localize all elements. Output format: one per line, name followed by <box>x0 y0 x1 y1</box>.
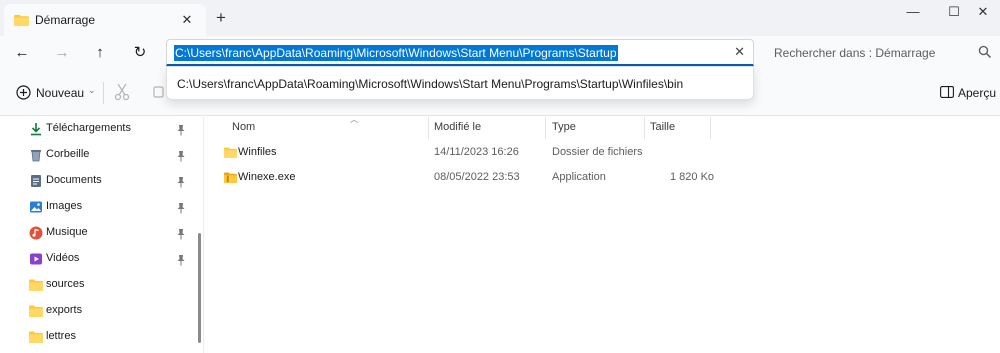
toolbar-divider <box>103 82 104 104</box>
sidebar-item-label: Corbeille <box>46 148 90 160</box>
file-list: Nom ︿ Modifié le Type Taille Winfiles 14… <box>204 115 1000 353</box>
arrow-up-icon: ↑ <box>96 44 104 61</box>
sidebar-item-videos[interactable]: Vidéos <box>0 247 196 273</box>
chevron-down-icon: ⌄ <box>88 85 96 95</box>
cut-icon[interactable] <box>114 83 130 101</box>
close-window-button[interactable]: ✕ <box>960 0 1000 28</box>
minimize-button[interactable]: — <box>890 0 936 28</box>
column-header-label: Nom <box>232 121 256 133</box>
application-icon <box>224 172 237 183</box>
search-placeholder: Rechercher dans : Démarrage <box>774 46 936 60</box>
forward-button[interactable]: → <box>49 40 75 66</box>
title-bar: Démarrage ✕ + — ☐ ✕ <box>0 0 1000 36</box>
sidebar-item-label: Téléchargements <box>46 122 131 134</box>
file-name: Winexe.exe <box>238 171 296 183</box>
new-button-label: Nouveau <box>36 86 85 100</box>
file-modified: 08/05/2022 23:53 <box>434 171 520 183</box>
add-circle-icon <box>16 85 31 100</box>
sidebar-item-label: exports <box>46 304 83 316</box>
sort-ascending-icon: ︿ <box>350 115 358 124</box>
pin-icon <box>177 151 185 162</box>
column-header-label: Taille <box>650 121 676 133</box>
folder-icon <box>29 305 43 317</box>
sidebar-item-musique[interactable]: Musique <box>0 221 196 247</box>
documents-icon <box>31 175 41 187</box>
close-icon: ✕ <box>181 12 193 27</box>
images-icon <box>30 201 42 213</box>
copy-icon[interactable] <box>153 86 167 100</box>
file-size: 1 820 Ko <box>670 171 715 183</box>
suggestion-item[interactable]: C:\Users\franc\AppData\Roaming\Microsoft… <box>177 77 683 91</box>
pin-icon <box>177 177 185 188</box>
column-header-label: Modifié le <box>434 121 482 133</box>
column-header-modified[interactable]: Modifié le <box>434 117 546 139</box>
sidebar-item-lettres[interactable]: lettres <box>0 325 196 351</box>
address-suggestions: C:\Users\franc\AppData\Roaming\Microsoft… <box>166 66 754 100</box>
address-input[interactable]: C:\Users\franc\AppData\Roaming\Microsoft… <box>166 39 754 66</box>
preview-pane-icon <box>940 86 954 98</box>
folder-icon <box>14 14 29 26</box>
minimize-icon: — <box>906 4 920 19</box>
close-tab-button[interactable]: ✕ <box>177 10 197 30</box>
up-button[interactable]: ↑ <box>87 40 113 66</box>
sidebar-item-label: lettres <box>46 330 76 342</box>
new-tab-button[interactable]: + <box>210 8 232 30</box>
pin-icon <box>177 255 185 266</box>
address-text-selected: C:\Users\franc\AppData\Roaming\Microsoft… <box>174 45 618 61</box>
file-modified: 14/11/2023 16:26 <box>434 146 519 158</box>
sidebar-item-label: sources <box>46 278 85 290</box>
close-icon: ✕ <box>977 4 989 19</box>
sidebar-scrollbar[interactable] <box>198 233 201 343</box>
column-header-label: Type <box>552 121 576 133</box>
pin-icon <box>177 229 185 240</box>
refresh-button[interactable]: ↻ <box>127 40 153 66</box>
music-icon <box>29 226 43 240</box>
clear-address-button[interactable]: ✕ <box>734 44 745 60</box>
plus-icon: + <box>216 8 226 27</box>
tab-demarrage[interactable]: Démarrage ✕ <box>4 4 206 36</box>
tab-title: Démarrage <box>35 13 96 27</box>
refresh-icon: ↻ <box>133 44 147 61</box>
sidebar-item-exports[interactable]: exports <box>0 299 196 325</box>
recycle-bin-icon <box>31 150 41 162</box>
file-name: Winfiles <box>238 146 277 158</box>
arrow-right-icon: → <box>54 44 70 61</box>
file-type: Dossier de fichiers <box>552 146 643 158</box>
navigation-pane: Téléchargements Corbeille Documents Imag… <box>0 117 203 353</box>
folder-icon <box>29 279 43 291</box>
column-divider[interactable] <box>545 117 546 139</box>
column-header-size[interactable]: Taille <box>650 117 710 139</box>
sidebar-item-label: Musique <box>46 226 88 238</box>
sidebar-item-label: Images <box>46 200 83 212</box>
file-type: Application <box>552 171 606 183</box>
navigation-bar: ← → ↑ ↻ C:\Users\franc\AppData\Roaming\M… <box>0 36 1000 68</box>
sidebar-item-telechargements[interactable]: Téléchargements <box>0 117 196 143</box>
folder-icon <box>224 147 237 158</box>
sidebar-item-documents[interactable]: Documents <box>0 169 196 195</box>
sidebar-item-label: Documents <box>46 174 102 186</box>
back-button[interactable]: ← <box>9 40 35 66</box>
pin-icon <box>177 203 185 214</box>
sidebar-item-images[interactable]: Images <box>0 195 196 221</box>
arrow-left-icon: ← <box>14 44 30 61</box>
sidebar-item-sources[interactable]: sources <box>0 273 196 299</box>
column-divider[interactable] <box>710 117 711 139</box>
pin-icon <box>177 125 185 136</box>
sidebar-item-label: Vidéos <box>46 252 80 264</box>
column-header-name[interactable]: Nom ︿ <box>232 115 430 139</box>
preview-label: Aperçu <box>958 86 997 100</box>
videos-icon <box>30 253 42 265</box>
download-icon <box>31 123 41 136</box>
sidebar-item-corbeille[interactable]: Corbeille <box>0 143 196 169</box>
column-header-type[interactable]: Type <box>552 117 644 139</box>
search-input[interactable]: Rechercher dans : Démarrage <box>762 40 998 66</box>
new-button[interactable]: Nouveau ⌄ <box>10 81 96 105</box>
folder-icon <box>29 331 43 343</box>
maximize-icon: ☐ <box>948 4 960 19</box>
column-divider[interactable] <box>428 117 429 139</box>
table-row[interactable]: Winfiles 14/11/2023 16:26 Dossier de fic… <box>218 141 818 165</box>
table-row[interactable]: Winexe.exe 08/05/2022 23:53 Application … <box>218 166 818 190</box>
column-divider[interactable] <box>644 117 645 139</box>
search-icon <box>978 45 991 58</box>
